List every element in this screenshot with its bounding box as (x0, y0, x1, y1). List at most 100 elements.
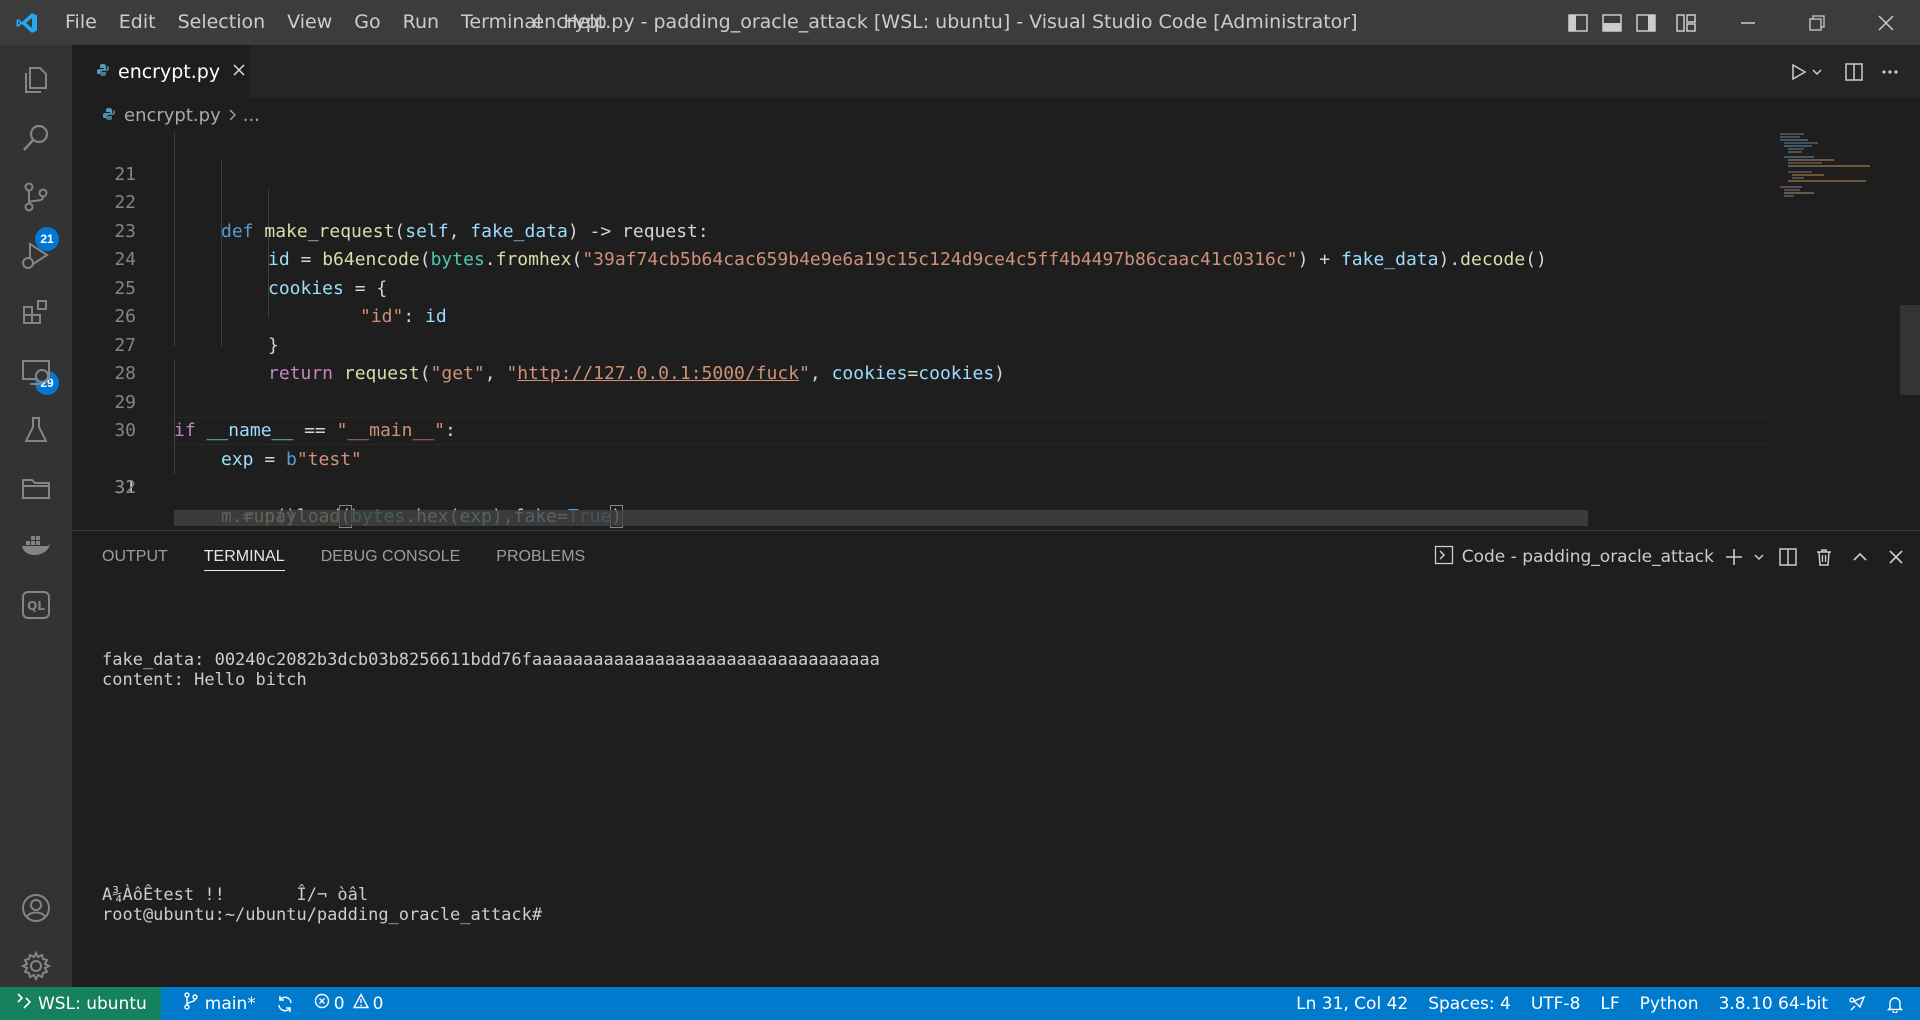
close-tab-icon[interactable] (232, 63, 246, 81)
vertical-scrollbar[interactable] (1900, 305, 1920, 395)
encoding[interactable]: UTF-8 (1521, 987, 1591, 1020)
docker-icon[interactable] (0, 516, 72, 576)
indentation[interactable]: Spaces: 4 (1418, 987, 1521, 1020)
menu-help[interactable]: Help (552, 0, 617, 45)
split-terminal-icon[interactable] (1770, 531, 1806, 583)
code-line: 24 cookies = { (72, 218, 1778, 299)
menu-edit[interactable]: Edit (108, 0, 167, 45)
status-bar: WSL: ubuntu main* 0 0 Ln 31, Col 42 Spac… (0, 987, 1920, 1020)
warning-count: 0 (372, 993, 384, 1014)
error-icon (314, 993, 330, 1014)
code-line: 27 return request("get", "http://127.0.0… (72, 303, 1778, 385)
close-panel-icon[interactable] (1878, 531, 1914, 583)
new-terminal-plus-icon[interactable] (1720, 531, 1748, 583)
remote-icon (16, 993, 32, 1014)
menu-run[interactable]: Run (392, 0, 450, 45)
language-mode[interactable]: Python (1630, 987, 1709, 1020)
run-dropdown-chevron-down-icon[interactable] (1808, 45, 1826, 98)
status-bar-right: Ln 31, Col 42 Spaces: 4 UTF-8 LF Python … (1286, 987, 1920, 1020)
more-actions-icon[interactable] (1872, 45, 1908, 98)
branch-indicator[interactable]: main* (173, 987, 266, 1020)
search-icon[interactable] (0, 108, 72, 168)
terminal-prompt[interactable]: root@ubuntu:~/ubuntu/padding_oracle_atta… (102, 905, 542, 925)
close-window-icon[interactable] (1851, 0, 1920, 45)
code-editor[interactable]: 21 22 def make_request(self, fake_data) … (72, 132, 1920, 530)
cursor-position[interactable]: Ln 31, Col 42 (1286, 987, 1418, 1020)
window-controls (1561, 0, 1920, 45)
codeql-icon[interactable]: QL (0, 575, 72, 635)
remote-label: WSL: ubuntu (38, 993, 147, 1014)
editor-actions (1780, 45, 1920, 98)
code-line: 30 exp = b"test" (72, 389, 1778, 470)
code-line: 25 "id": id (72, 246, 1778, 328)
end-of-line[interactable]: LF (1590, 987, 1629, 1020)
code-line: 23 id = b64encode(bytes.fromhex("39af74c… (72, 189, 1778, 271)
terminal-selector[interactable]: Code - padding_oracle_attack (1426, 545, 1714, 570)
code-line: 32 m.run() (72, 446, 1778, 527)
python-file-icon (102, 105, 116, 126)
folder-icon[interactable] (0, 458, 72, 518)
menu-file[interactable]: File (54, 0, 108, 45)
tab-label: encrypt.py (118, 60, 221, 83)
toggle-secondary-sidebar-icon[interactable] (1629, 0, 1663, 45)
code-line: 28 (72, 332, 1778, 384)
notifications-bell-icon[interactable] (1876, 987, 1914, 1020)
explorer-icon[interactable] (0, 50, 72, 110)
tab-terminal[interactable]: TERMINAL (203, 531, 285, 583)
tab-debug-console[interactable]: DEBUG CONSOLE (321, 531, 461, 583)
remote-explorer-icon[interactable] (0, 342, 72, 402)
testing-icon[interactable] (0, 400, 72, 460)
launch-profile-chevron-down-icon[interactable] (1748, 531, 1770, 583)
tab-encrypt-py[interactable]: encrypt.py (72, 45, 250, 98)
chevron-right-icon (227, 105, 237, 126)
menu-selection[interactable]: Selection (167, 0, 277, 45)
python-file-icon (96, 63, 110, 81)
terminal-name: Code - padding_oracle_attack (1461, 547, 1714, 567)
vscode-logo-icon (0, 0, 54, 45)
svg-text:QL: QL (27, 599, 45, 613)
breadcrumb: encrypt.py ... (72, 98, 1920, 132)
branch-label: main* (204, 993, 256, 1014)
terminal-icon (1434, 545, 1454, 570)
terminal-line: content: Hello bitch (102, 670, 307, 690)
menu-go[interactable]: Go (343, 0, 391, 45)
toggle-panel-icon[interactable] (1595, 0, 1629, 45)
run-debug-icon[interactable] (0, 225, 72, 285)
current-line-highlight (167, 417, 1767, 445)
maximize-panel-chevron-up-icon[interactable] (1842, 531, 1878, 583)
code-line: 26 } (72, 275, 1778, 356)
extensions-icon[interactable] (0, 283, 72, 343)
python-interpreter[interactable]: 3.8.10 64-bit (1709, 987, 1838, 1020)
warning-icon (352, 993, 369, 1014)
code-line: 21 (72, 132, 1778, 185)
restore-icon[interactable] (1782, 0, 1851, 45)
panel-tabs: OUTPUT TERMINAL DEBUG CONSOLE PROBLEMS (102, 531, 621, 583)
line-number: 32 (114, 477, 136, 498)
code-line-current: 31 m = payload(bytes.hex(exp),fake=True) (72, 417, 1778, 528)
feedback-icon[interactable] (1838, 987, 1876, 1020)
horizontal-scrollbar[interactable] (174, 510, 1588, 526)
breadcrumb-file[interactable]: encrypt.py (124, 105, 221, 126)
minimap[interactable] (1774, 132, 1874, 530)
kill-terminal-trash-icon[interactable] (1806, 531, 1842, 583)
source-control-icon[interactable] (0, 167, 72, 227)
tab-problems[interactable]: PROBLEMS (496, 531, 585, 583)
accounts-icon[interactable] (0, 878, 72, 938)
menu-view[interactable]: View (276, 0, 343, 45)
remote-indicator[interactable]: WSL: ubuntu (0, 987, 161, 1020)
menu-terminal[interactable]: Terminal (450, 0, 552, 45)
activity-bar: 21 29 QL (0, 45, 72, 987)
terminal-line: A¾ÀôÊtest !! Î/¬ òâl (102, 885, 369, 905)
toggle-primary-sidebar-icon[interactable] (1561, 0, 1595, 45)
sync-icon[interactable] (266, 987, 304, 1020)
customize-layout-icon[interactable] (1669, 0, 1703, 45)
breadcrumb-symbol[interactable]: ... (243, 105, 260, 126)
minimize-icon[interactable] (1713, 0, 1782, 45)
editor-tab-bar: encrypt.py (72, 45, 1920, 98)
panel-actions: Code - padding_oracle_attack (1426, 531, 1920, 583)
tab-output[interactable]: OUTPUT (102, 531, 168, 583)
problems-indicator[interactable]: 0 0 (304, 987, 394, 1020)
menu-bar: File Edit Selection View Go Run Terminal… (54, 0, 618, 45)
split-editor-icon[interactable] (1836, 45, 1872, 98)
code-line: 29 if __name__ == "__main__": (72, 360, 1778, 442)
